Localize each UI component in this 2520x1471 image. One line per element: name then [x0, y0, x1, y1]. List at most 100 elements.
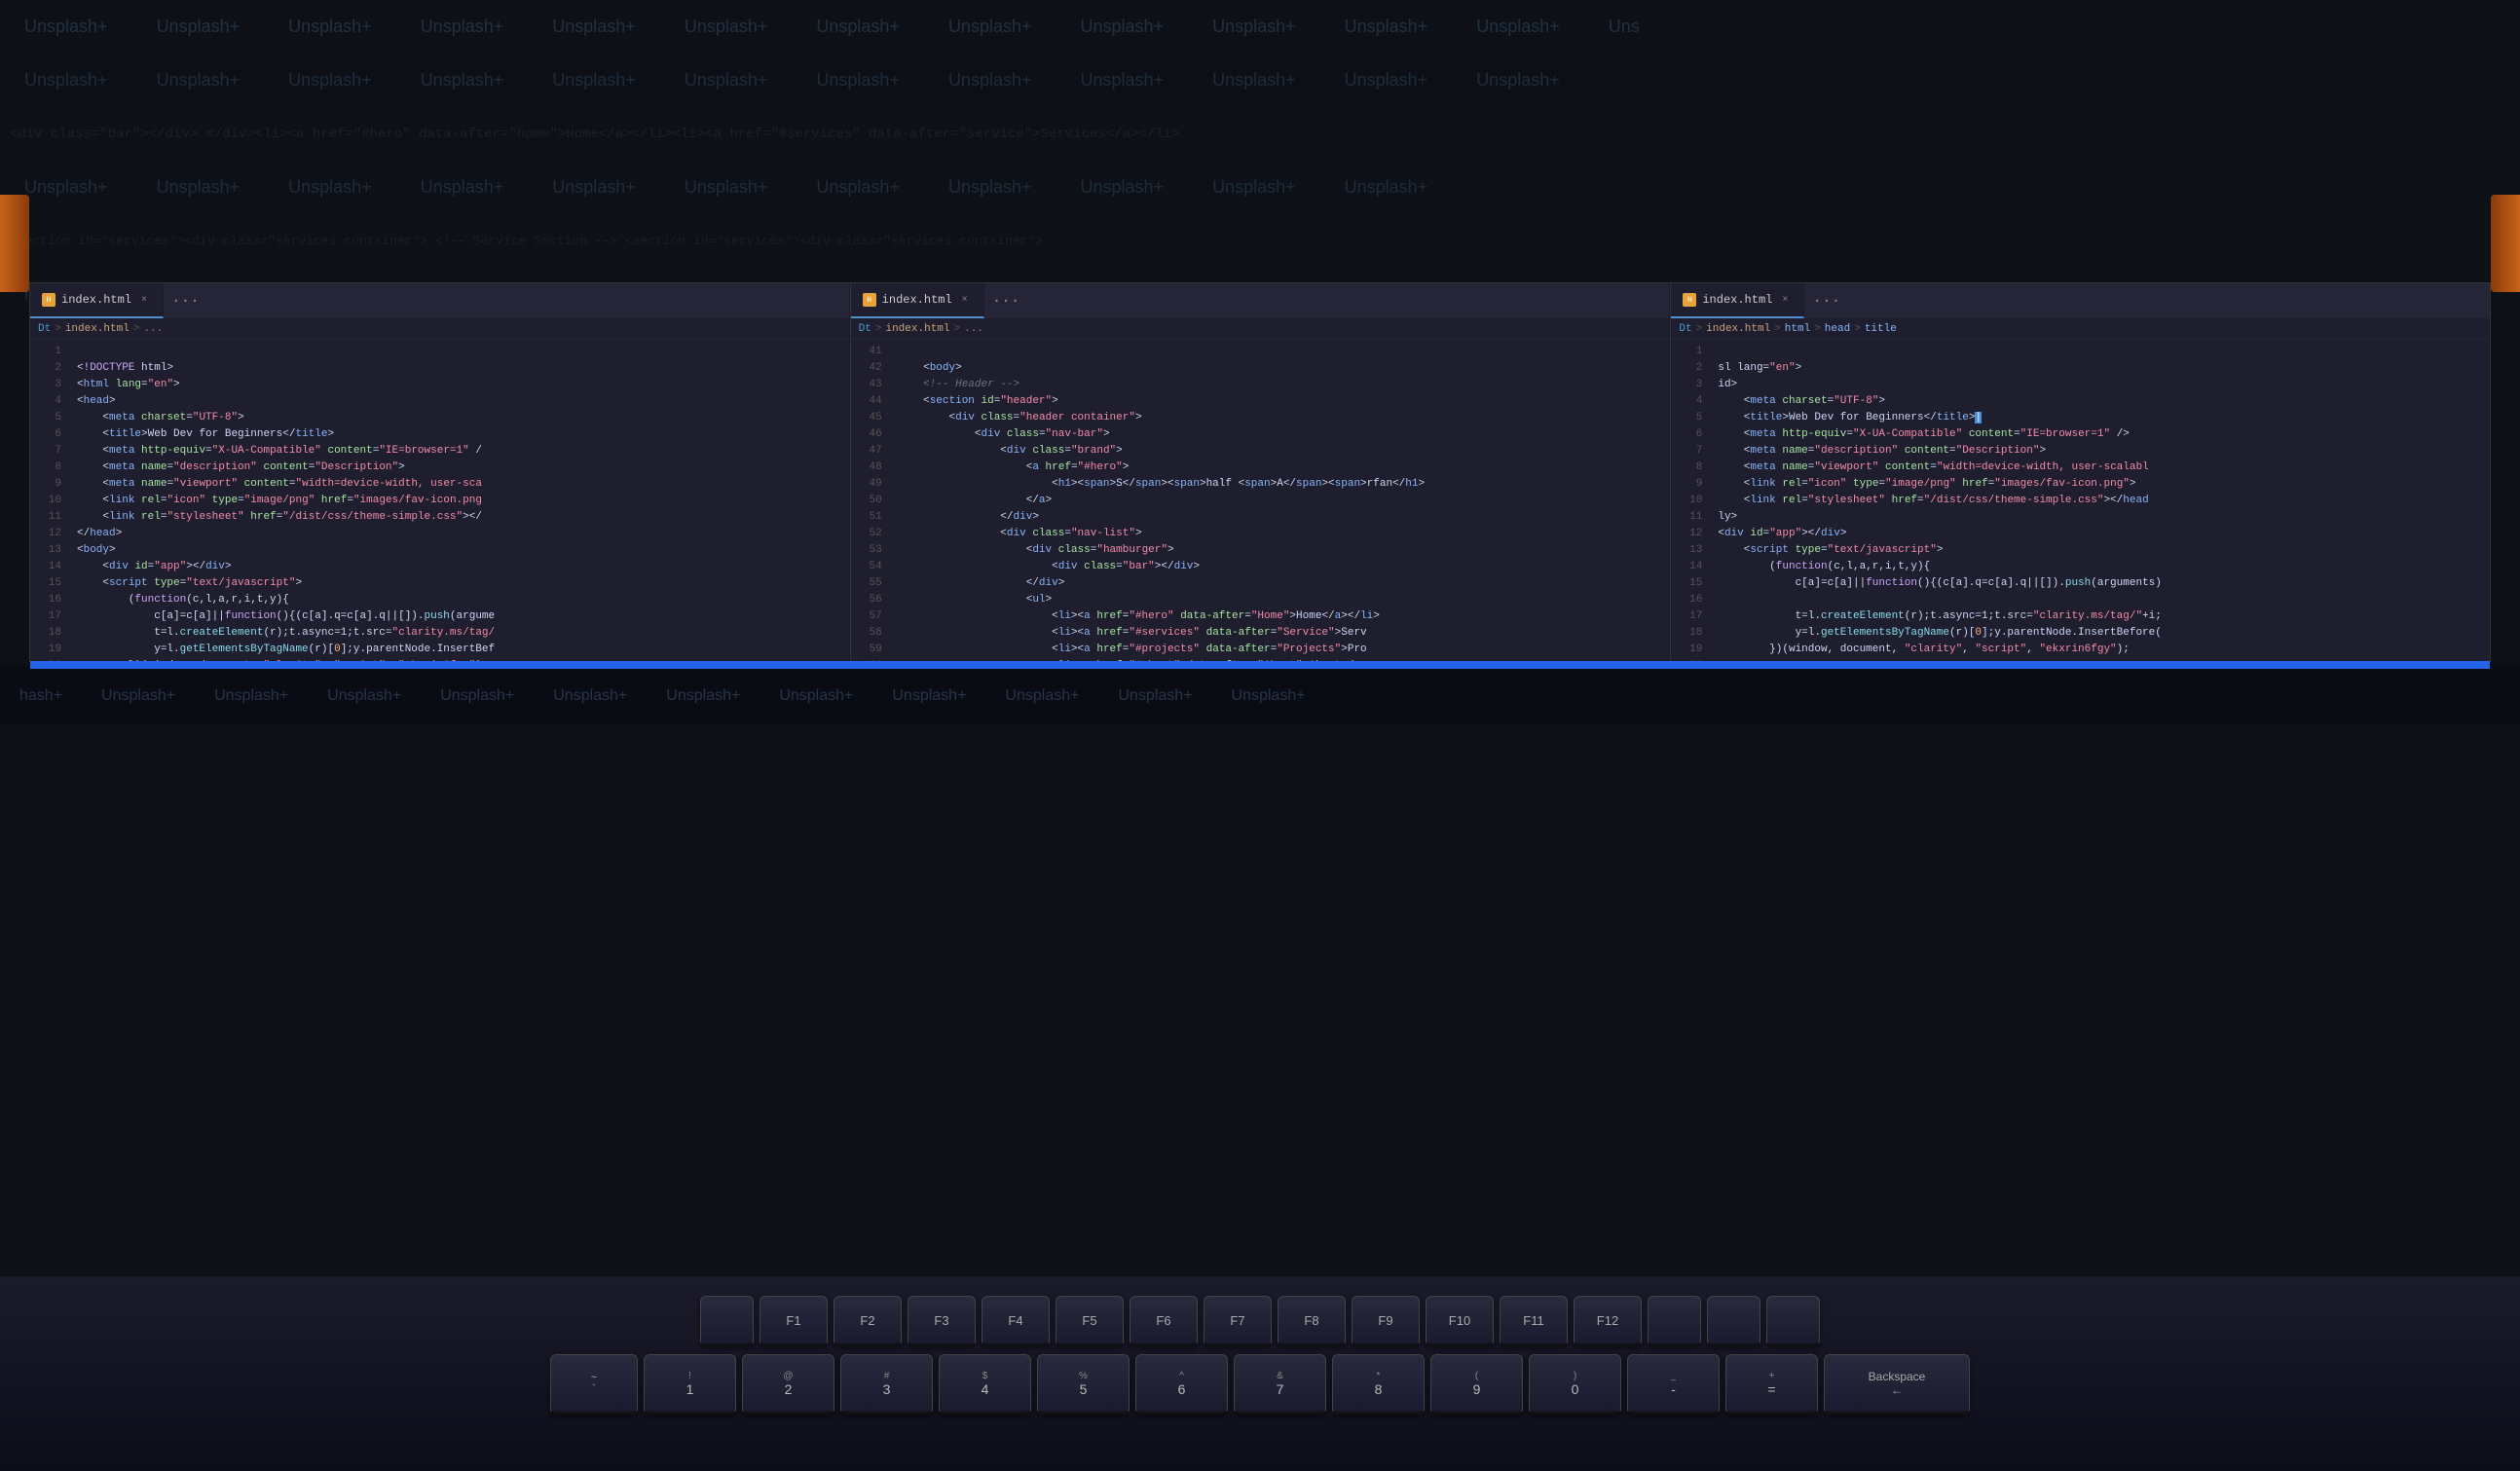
- line-numbers-1: 123456789101112131415161718192021222324: [30, 340, 69, 661]
- key-scroll-lock[interactable]: [1707, 1296, 1760, 1346]
- key-f12[interactable]: F12: [1574, 1296, 1642, 1346]
- tab-close-3[interactable]: ×: [1778, 293, 1792, 307]
- watermark-text: Unsplash+: [1452, 70, 1584, 91]
- key-minus[interactable]: _ -: [1627, 1354, 1720, 1415]
- watermark-mid: hash+: [0, 687, 82, 705]
- key-4[interactable]: $ 4: [939, 1354, 1031, 1415]
- key-escape[interactable]: [700, 1296, 754, 1346]
- file-icon-2: H: [863, 293, 876, 307]
- key-backspace-label: Backspace: [1869, 1370, 1926, 1383]
- key-f7[interactable]: F7: [1204, 1296, 1272, 1346]
- key-f1[interactable]: F1: [760, 1296, 828, 1346]
- key-f8[interactable]: F8: [1278, 1296, 1346, 1346]
- bc-dt-3: Dt: [1679, 323, 1691, 335]
- watermark-mid: Unsplash+: [308, 687, 421, 705]
- key-f3[interactable]: F3: [908, 1296, 976, 1346]
- key-6-bottom: 6: [1178, 1381, 1186, 1397]
- watermark-text: Unsplash+: [528, 70, 660, 91]
- watermark-layer: Unsplash+ Unsplash+ Unsplash+ Unsplash+ …: [0, 0, 2520, 1471]
- key-7-top: &: [1277, 1371, 1283, 1381]
- watermark-text: Unsplash+: [0, 17, 132, 37]
- tab-label-1: index.html: [61, 293, 131, 307]
- bc-file-2: index.html: [885, 323, 949, 335]
- watermark-text: Unsplash+: [1056, 70, 1189, 91]
- key-8[interactable]: * 8: [1332, 1354, 1425, 1415]
- watermark-mid: Unsplash+: [421, 687, 534, 705]
- watermark-text: Unsplash+: [264, 177, 396, 198]
- key-5[interactable]: % 5: [1037, 1354, 1130, 1415]
- breadcrumb-2: Dt > index.html > ...: [851, 318, 1670, 340]
- key-5-top: %: [1079, 1371, 1088, 1381]
- key-f2[interactable]: F2: [834, 1296, 902, 1346]
- key-3-top: #: [884, 1371, 890, 1381]
- key-f4[interactable]: F4: [982, 1296, 1050, 1346]
- bc-sep-6: >: [1774, 323, 1781, 335]
- key-f12-label: F12: [1597, 1313, 1618, 1328]
- bc-title-3: title: [1865, 323, 1897, 335]
- watermark-text: Unsplash+: [1056, 17, 1189, 37]
- key-2-bottom: 2: [785, 1381, 793, 1397]
- tab-more-3[interactable]: ···: [1804, 283, 1848, 318]
- tab-index-html-2[interactable]: H index.html ×: [851, 283, 984, 318]
- bg-code-text: <section id="services"><div class="servi…: [0, 234, 1053, 248]
- watermark-text: Unsplash+: [660, 17, 793, 37]
- key-0-top: ): [1574, 1371, 1576, 1381]
- watermark-text: Unsplash+: [1188, 177, 1320, 198]
- tab-index-html-1[interactable]: H index.html ×: [30, 283, 164, 318]
- watermark-text: Unsplash+: [1452, 17, 1584, 37]
- watermark-text: Unsplash+: [396, 17, 529, 37]
- key-f6[interactable]: F6: [1130, 1296, 1198, 1346]
- bc-sep-1: >: [55, 323, 61, 335]
- key-3[interactable]: # 3: [840, 1354, 933, 1415]
- key-0[interactable]: ) 0: [1529, 1354, 1621, 1415]
- key-7[interactable]: & 7: [1234, 1354, 1326, 1415]
- key-8-top: *: [1377, 1371, 1381, 1381]
- bc-dots-1: ...: [143, 323, 163, 335]
- key-pause[interactable]: [1766, 1296, 1820, 1346]
- key-backspace[interactable]: Backspace ←: [1824, 1354, 1970, 1415]
- key-f9[interactable]: F9: [1352, 1296, 1420, 1346]
- bc-file-1: index.html: [65, 323, 130, 335]
- bc-head-3: head: [1825, 323, 1850, 335]
- key-tilde[interactable]: ~ `: [550, 1354, 638, 1415]
- key-f11[interactable]: F11: [1500, 1296, 1568, 1346]
- watermark-text: Unsplash+: [924, 177, 1056, 198]
- tab-index-html-3[interactable]: H index.html ×: [1671, 283, 1804, 318]
- key-f5[interactable]: F5: [1056, 1296, 1124, 1346]
- watermark-text: Unsplash+: [264, 70, 396, 91]
- key-7-bottom: 7: [1277, 1381, 1284, 1397]
- tab-close-2[interactable]: ×: [958, 293, 972, 307]
- key-f8-label: F8: [1304, 1313, 1318, 1328]
- key-5-bottom: 5: [1080, 1381, 1088, 1397]
- watermark-mid: Unsplash+: [1098, 687, 1211, 705]
- key-f6-label: F6: [1156, 1313, 1170, 1328]
- watermark-text: Unsplash+: [132, 177, 265, 198]
- line-numbers-2: 4142434445464748495051525354555657585960…: [851, 340, 890, 661]
- key-2[interactable]: @ 2: [742, 1354, 834, 1415]
- watermark-mid: Unsplash+: [1212, 687, 1325, 705]
- tab-more-2[interactable]: ···: [984, 283, 1028, 318]
- key-6[interactable]: ^ 6: [1135, 1354, 1228, 1415]
- watermark-text: Unsplash+: [1320, 177, 1453, 198]
- key-9[interactable]: ( 9: [1430, 1354, 1523, 1415]
- key-f5-label: F5: [1082, 1313, 1096, 1328]
- key-1[interactable]: ! 1: [644, 1354, 736, 1415]
- key-f11-label: F11: [1523, 1313, 1543, 1328]
- key-f10[interactable]: F10: [1426, 1296, 1494, 1346]
- watermark-text: Uns: [1584, 17, 1664, 37]
- key-4-top: $: [982, 1371, 988, 1381]
- key-4-bottom: 4: [982, 1381, 989, 1397]
- watermark-text: Unsplash+: [132, 70, 265, 91]
- bg-code-text: <div class="bar"></div> </div><li><a hre…: [0, 127, 1189, 142]
- fn-key-row: F1 F2 F3 F4 F5 F6 F7 F8 F9 F10 F11: [700, 1296, 1820, 1346]
- bc-dots-2: ...: [964, 323, 983, 335]
- bc-sep-4: >: [954, 323, 961, 335]
- tab-close-1[interactable]: ×: [137, 293, 151, 307]
- key-equals[interactable]: + =: [1725, 1354, 1818, 1415]
- tab-more-1[interactable]: ···: [164, 283, 207, 318]
- editor-panel-1: H index.html × ··· Dt > index.html > ...…: [30, 283, 850, 661]
- bc-dt-1: Dt: [38, 323, 51, 335]
- code-content-1: <!DOCTYPE html> <html lang="en"> <head> …: [69, 340, 849, 661]
- watermark-mid: Unsplash+: [760, 687, 872, 705]
- key-print[interactable]: [1648, 1296, 1701, 1346]
